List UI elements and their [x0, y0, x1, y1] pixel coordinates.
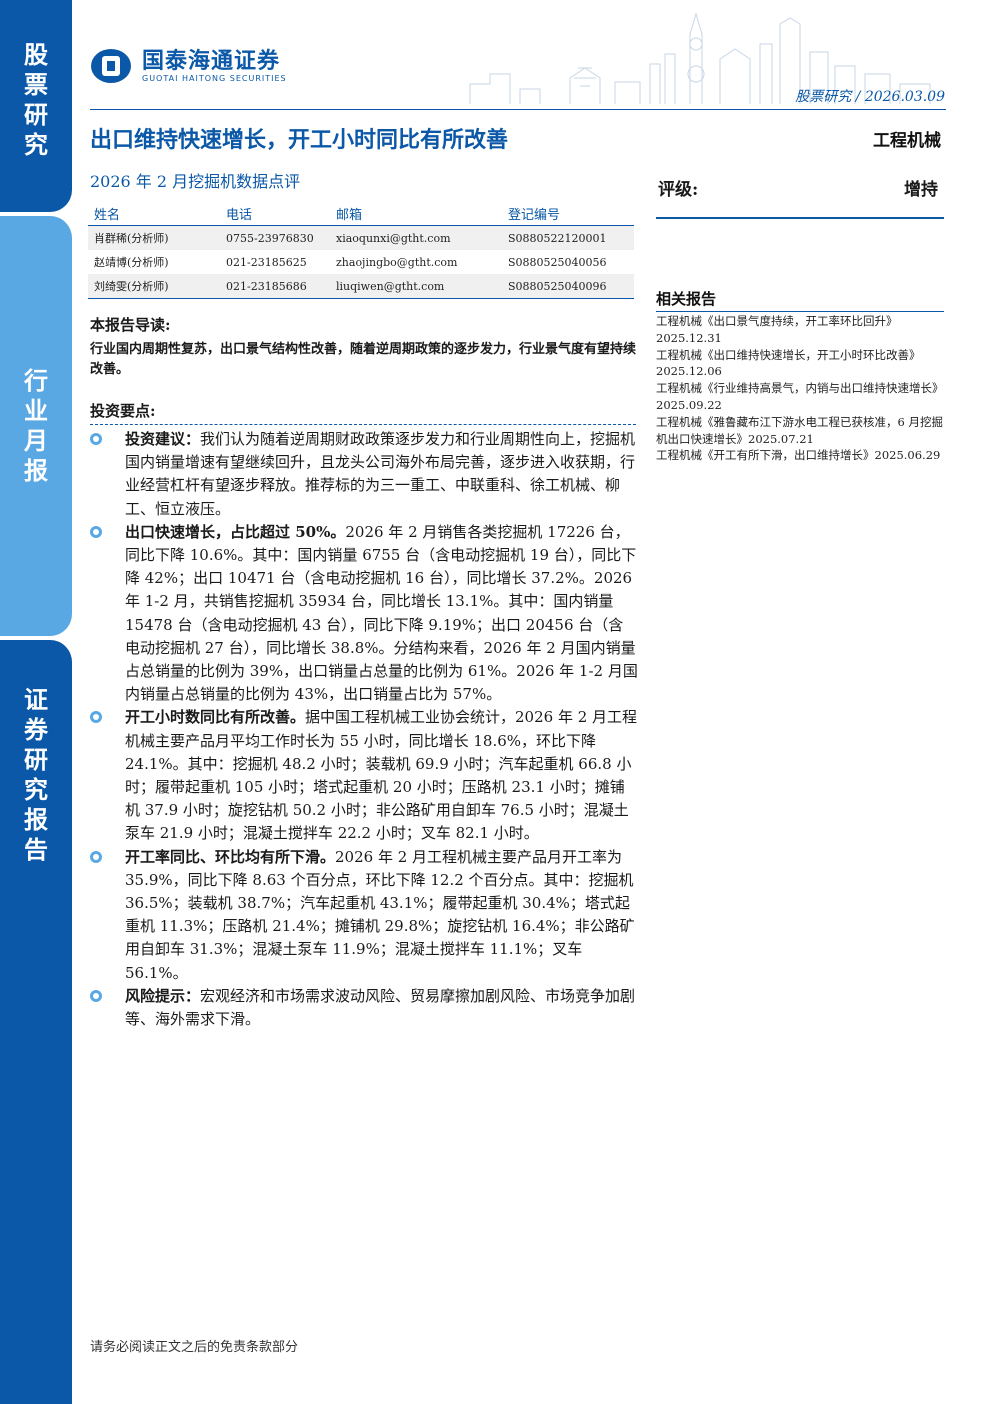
investment-points: 投资建议：我们认为随着逆周期财政政策逐步发力和行业周期性向上，挖掘机国内销量增速…	[90, 428, 638, 1031]
table-row: 赵靖博(分析师) 021-23185625 zhaojingbo@gtht.co…	[88, 250, 634, 274]
header-registration: 登记编号	[502, 202, 634, 226]
header-divider	[90, 109, 946, 110]
sidebar-label-stock-research: 股 票 研 究	[0, 0, 72, 212]
table-row: 肖群稀(分析师) 0755-23976830 xiaoqunxi@gtht.co…	[88, 225, 634, 250]
industry-label: 工程机械	[873, 131, 941, 151]
investment-points-title: 投资要点:	[90, 402, 156, 420]
analyst-registration: S0880525040096	[502, 274, 634, 299]
analyst-table: 姓名 电话 邮箱 登记编号 肖群稀(分析师) 0755-23976830 xia…	[88, 202, 634, 299]
point-body: 宏观经济和市场需求波动风险、贸易摩擦加剧风险、市场竞争加剧等、海外需求下滑。	[125, 986, 636, 1029]
sidebar-label-securities-report: 证 券 研 究 报 告	[0, 640, 72, 1404]
investment-point: 开工小时数同比有所改善。据中国工程机械工业协会统计，2026 年 2 月工程机械…	[90, 706, 638, 845]
investment-point: 出口快速增长，占比超过 50%。2026 年 2 月销售各类挖掘机 17226 …	[90, 521, 638, 707]
logo-text-cn: 国泰海通证券	[142, 48, 281, 74]
point-heading: 出口快速增长，占比超过 50%。	[125, 522, 346, 541]
analyst-phone: 021-23185625	[226, 255, 307, 269]
list-item[interactable]: 工程机械《雅鲁藏布江下游水电工程已获核准，6 月挖掘机出口快速增长》2025.0…	[656, 414, 948, 448]
list-item[interactable]: 工程机械《出口景气度持续，开工率环比回升》2025.12.31	[656, 313, 948, 347]
header-phone: 电话	[220, 202, 330, 226]
analyst-email[interactable]: xiaoqunxi@gtht.com	[330, 225, 502, 250]
analyst-phone: 021-23185686	[220, 274, 330, 299]
investment-points-divider	[90, 424, 636, 425]
investment-point: 开工率同比、环比均有所下滑。2026 年 2 月工程机械主要产品月开工率为 35…	[90, 846, 638, 985]
rating-box: 评级: 增持	[656, 173, 944, 219]
point-body: 我们认为随着逆周期财政政策逐步发力和行业周期性向上，挖掘机国内销量增速有望继续回…	[125, 430, 636, 518]
rating-label: 评级:	[658, 180, 699, 200]
point-heading: 开工小时数同比有所改善。	[125, 708, 306, 727]
rating-value: 增持	[904, 180, 938, 200]
disclaimer-note: 请务必阅读正文之后的免责条款部分	[90, 1340, 299, 1355]
analyst-name: 赵靖博(分析师)	[94, 256, 169, 269]
table-row: 刘绮雯(分析师) 021-23185686 liuqiwen@gtht.com …	[88, 274, 634, 299]
analyst-table-header: 姓名 电话 邮箱 登记编号	[88, 202, 634, 226]
header-date: 2026.03.09	[864, 89, 945, 105]
investment-point: 风险提示：宏观经济和市场需求波动风险、贸易摩擦加剧风险、市场竞争加剧等、海外需求…	[90, 985, 638, 1031]
sidebar: 股 票 研 究 行 业 月 报 证 券 研 究 报 告	[0, 0, 72, 1404]
related-reports-list: 工程机械《出口景气度持续，开工率环比回升》2025.12.31 工程机械《出口维…	[656, 313, 948, 464]
bullet-icon	[90, 525, 102, 538]
point-heading: 投资建议：	[125, 430, 201, 448]
analyst-email[interactable]: zhaojingbo@gtht.com	[330, 250, 502, 274]
analyst-phone: 0755-23976830	[220, 225, 330, 250]
analyst-email[interactable]: liuqiwen@gtht.com	[330, 274, 502, 299]
bullet-icon	[90, 989, 102, 1002]
related-reports-title: 相关报告	[656, 290, 717, 308]
logo-mark-icon	[91, 49, 131, 83]
point-body: 据中国工程机械工业协会统计，2026 年 2 月工程机械主要产品月平均工作时长为…	[125, 708, 638, 843]
analyst-name: 刘绮雯(分析师)	[88, 274, 220, 299]
header-email: 邮箱	[330, 202, 502, 226]
header-separator: /	[855, 89, 861, 105]
bullet-icon	[90, 711, 102, 724]
point-heading: 风险提示：	[125, 986, 201, 1005]
header-meta: 股票研究 / 2026.03.09	[795, 86, 945, 106]
report-title: 出口维持快速增长，开工小时同比有所改善	[90, 127, 509, 153]
point-heading: 开工率同比、环比均有所下滑。	[125, 847, 336, 866]
header-name: 姓名	[88, 202, 220, 226]
guide-title: 本报告导读:	[90, 316, 171, 334]
list-item[interactable]: 工程机械《开工有所下滑，出口维持增长》2025.06.29	[656, 447, 948, 464]
header-category: 股票研究	[795, 89, 852, 105]
point-body: 2026 年 2 月销售各类挖掘机 17226 台，同比下降 10.6%。其中：…	[125, 522, 638, 704]
list-item[interactable]: 工程机械《行业维持高景气，内销与出口维持快速增长》2025.09.22	[656, 380, 948, 414]
analyst-registration: S0880525040056	[508, 255, 607, 269]
sidebar-label-industry-monthly: 行 业 月 报	[0, 216, 72, 636]
list-item[interactable]: 工程机械《出口维持快速增长，开工小时环比改善》2025.12.06	[656, 347, 948, 381]
bullet-icon	[90, 433, 102, 445]
company-logo: 国泰海通证券 GUOTAI HAITONG SECURITIES	[90, 46, 287, 86]
guide-text: 行业国内周期性复苏，出口景气结构性改善，随着逆周期政策的逐步发力，行业景气度有望…	[90, 342, 637, 377]
analyst-registration: S0880522120001	[502, 225, 634, 250]
analyst-name: 肖群稀(分析师)	[88, 225, 220, 250]
point-body: 2026 年 2 月工程机械主要产品月开工率为 35.9%，同比下降 8.63 …	[125, 847, 635, 982]
logo-text-en: GUOTAI HAITONG SECURITIES	[142, 73, 287, 83]
investment-point: 投资建议：我们认为随着逆周期财政政策逐步发力和行业周期性向上，挖掘机国内销量增速…	[90, 428, 638, 521]
related-reports-divider	[656, 311, 944, 312]
bullet-icon	[90, 850, 102, 863]
report-subtitle: 2026 年 2 月挖掘机数据点评	[90, 172, 301, 191]
